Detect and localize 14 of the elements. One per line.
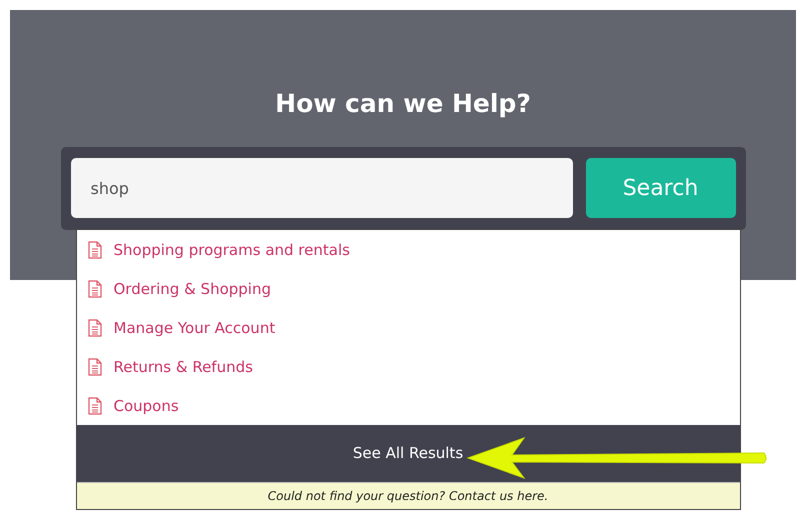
result-item[interactable]: Returns & Refunds <box>76 347 740 386</box>
document-icon <box>88 280 102 298</box>
page-heading: How can we Help? <box>275 88 531 120</box>
document-icon <box>88 396 102 414</box>
search-field[interactable]: shop <box>70 158 572 218</box>
see-all-results-link[interactable]: See All Results <box>76 425 740 482</box>
result-item[interactable]: Coupons <box>76 386 740 425</box>
contact-link[interactable]: Could not find your question? Contact us here. <box>76 482 740 509</box>
result-item[interactable]: Ordering & Shopping <box>76 269 740 308</box>
result-item[interactable]: Manage Your Account <box>76 308 740 347</box>
document-icon <box>88 318 102 336</box>
result-item[interactable]: Shopping programs and rentals <box>76 230 740 269</box>
document-icon <box>88 240 102 258</box>
document-icon <box>88 358 102 376</box>
